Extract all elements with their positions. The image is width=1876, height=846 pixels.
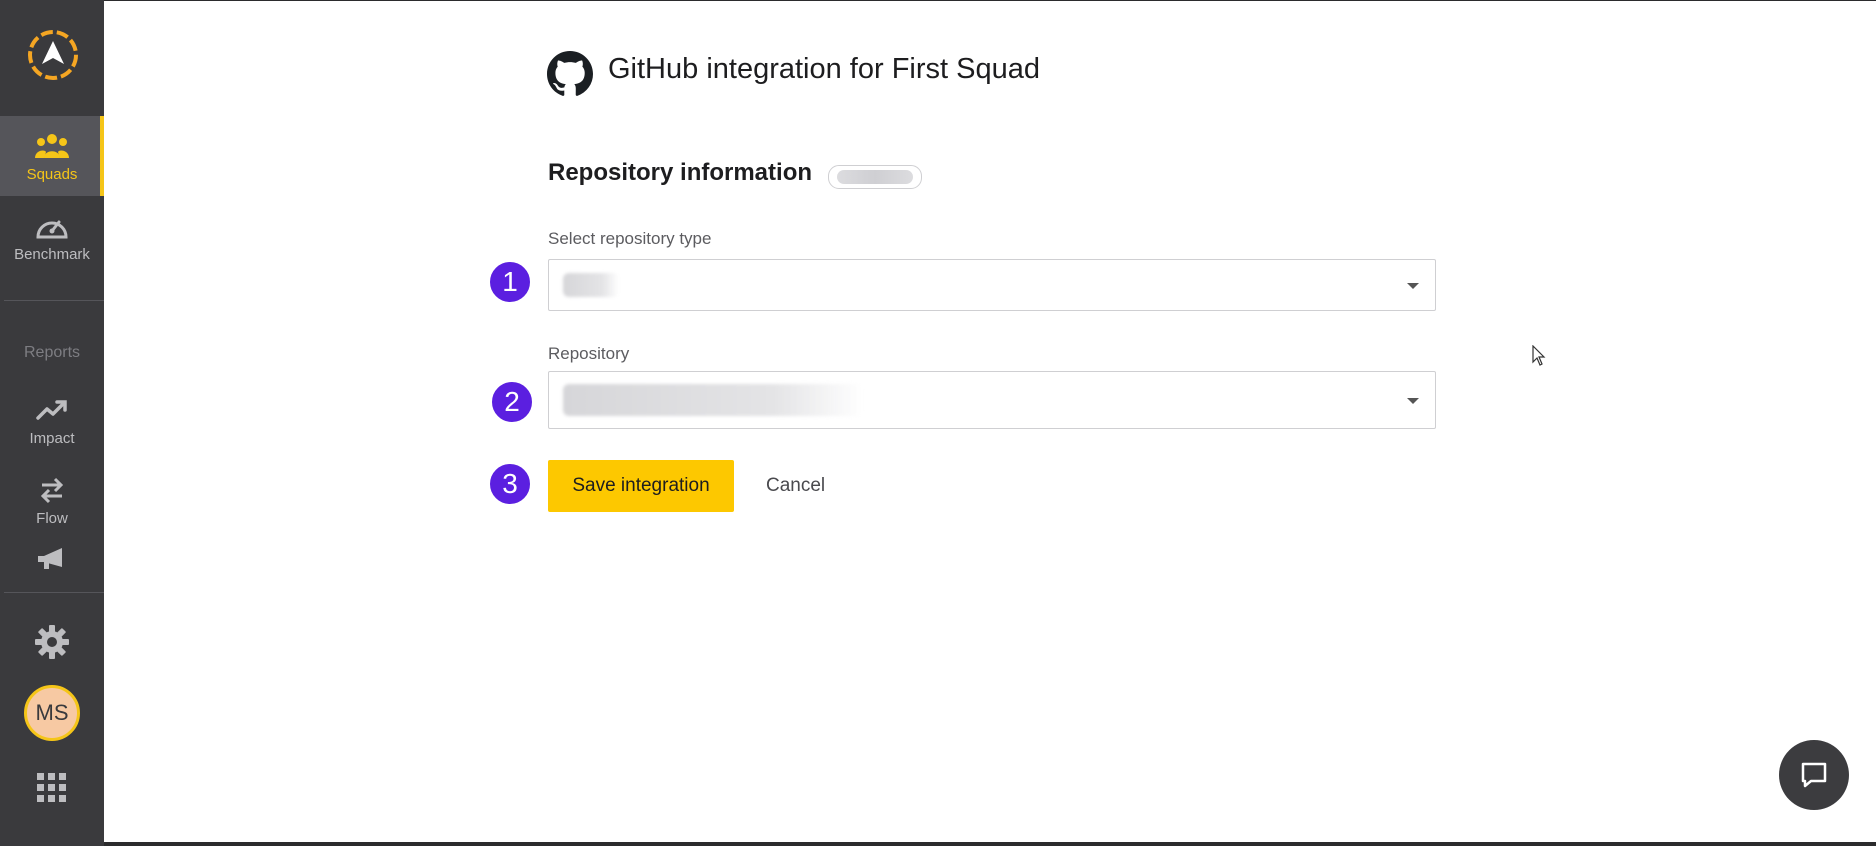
sidebar-item-label: Impact bbox=[29, 429, 75, 447]
trending-up-icon bbox=[36, 394, 68, 426]
sidebar-item-label: Benchmark bbox=[14, 245, 90, 263]
save-integration-button[interactable]: Save integration bbox=[548, 460, 734, 512]
app-logo[interactable] bbox=[26, 28, 80, 82]
sidebar-item-label: Squads bbox=[26, 165, 78, 183]
sidebar-item-benchmark[interactable]: Benchmark bbox=[0, 196, 104, 276]
repository-label: Repository bbox=[548, 344, 630, 363]
step-badge-3: 3 bbox=[488, 462, 532, 506]
sidebar-item-impact[interactable]: Impact bbox=[0, 380, 104, 460]
apps-menu-button[interactable] bbox=[0, 760, 104, 820]
sidebar-divider bbox=[4, 300, 104, 301]
swap-arrows-icon bbox=[38, 474, 66, 506]
chevron-down-icon[interactable] bbox=[1407, 283, 1419, 289]
main-panel: GitHub integration for First Squad Repos… bbox=[104, 1, 1876, 842]
cancel-button[interactable]: Cancel bbox=[766, 460, 825, 512]
repo-type-label: Select repository type bbox=[548, 229, 712, 248]
repo-type-select[interactable] bbox=[548, 259, 1436, 311]
sidebar: Squads Benchmark Reports Impact Flow MS bbox=[0, 0, 104, 846]
redacted-value bbox=[563, 273, 619, 297]
megaphone-icon bbox=[36, 542, 68, 574]
settings-button[interactable] bbox=[0, 614, 104, 674]
grid-icon bbox=[37, 772, 67, 804]
chat-support-button[interactable] bbox=[1779, 740, 1849, 810]
speedometer-icon bbox=[34, 210, 70, 242]
gear-icon bbox=[34, 625, 70, 659]
page-title: GitHub integration for First Squad bbox=[608, 53, 1040, 85]
sidebar-item-announcements[interactable] bbox=[0, 530, 104, 590]
section-title: Repository information bbox=[548, 159, 813, 186]
step-badge-2: 2 bbox=[490, 380, 534, 424]
sidebar-item-flow[interactable]: Flow bbox=[0, 460, 104, 540]
chat-bubble-icon bbox=[1801, 762, 1827, 788]
github-icon bbox=[547, 51, 593, 96]
sidebar-item-squads[interactable]: Squads bbox=[0, 116, 104, 196]
avatar[interactable]: MS bbox=[24, 685, 80, 741]
people-icon bbox=[35, 130, 69, 162]
repository-select[interactable] bbox=[548, 371, 1436, 429]
sidebar-item-label: Flow bbox=[36, 509, 68, 527]
redacted-value bbox=[563, 384, 863, 416]
step-badge-1: 1 bbox=[488, 260, 532, 304]
chevron-down-icon[interactable] bbox=[1407, 398, 1419, 404]
sidebar-divider bbox=[4, 592, 104, 593]
mouse-cursor-icon bbox=[1532, 345, 1546, 366]
reports-section-label: Reports bbox=[23, 344, 81, 361]
redacted-badge bbox=[828, 165, 922, 189]
